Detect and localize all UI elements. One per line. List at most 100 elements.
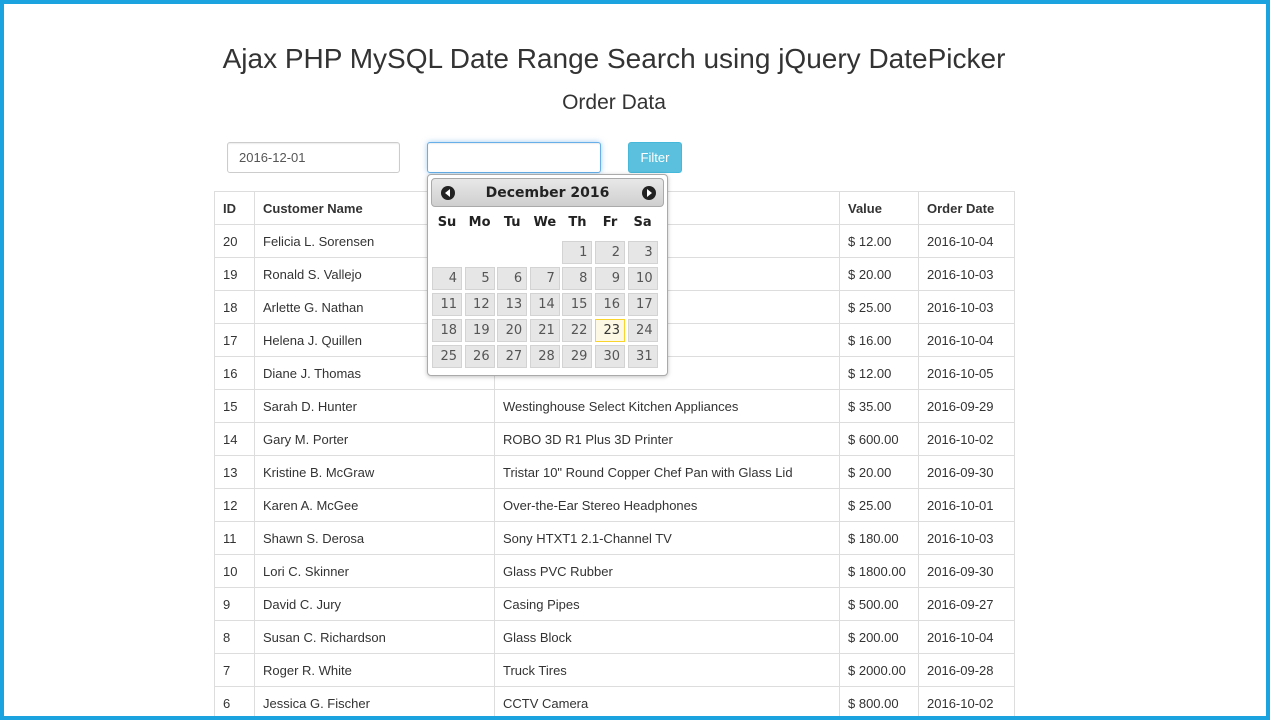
cell-order-date: 2016-09-30 xyxy=(919,456,1015,489)
cell-order-date: 2016-10-05 xyxy=(919,357,1015,390)
cell-id: 7 xyxy=(215,654,255,687)
calendar-day[interactable]: 18 xyxy=(432,319,462,342)
cell-customer-name: Karen A. McGee xyxy=(255,489,495,522)
datepicker-header: December 2016 xyxy=(431,178,664,207)
page-subtitle: Order Data xyxy=(0,89,1228,117)
table-row: 6Jessica G. FischerCCTV Camera$ 800.0020… xyxy=(215,687,1015,720)
calendar-day[interactable]: 19 xyxy=(465,319,495,342)
cell-product: Glass PVC Rubber xyxy=(495,555,840,588)
calendar-day[interactable]: 3 xyxy=(628,241,658,264)
calendar-day[interactable]: 25 xyxy=(432,345,462,368)
cell-value: $ 12.00 xyxy=(840,357,919,390)
calendar-day[interactable]: 8 xyxy=(562,267,592,290)
cell-customer-name: Lori C. Skinner xyxy=(255,555,495,588)
calendar-day[interactable]: 20 xyxy=(497,319,527,342)
table-row: 15Sarah D. HunterWestinghouse Select Kit… xyxy=(215,390,1015,423)
from-date-input[interactable] xyxy=(227,142,400,173)
header-order-date: Order Date xyxy=(919,192,1015,225)
calendar-day[interactable]: 30 xyxy=(595,345,625,368)
cell-product: Casing Pipes xyxy=(495,588,840,621)
cell-order-date: 2016-10-02 xyxy=(919,687,1015,720)
calendar-day[interactable]: 4 xyxy=(432,267,462,290)
weekday-label: Fr xyxy=(594,215,626,230)
cell-customer-name: Kristine B. McGraw xyxy=(255,456,495,489)
weekday-label: Th xyxy=(561,215,593,230)
cell-id: 13 xyxy=(215,456,255,489)
weekday-label: Mo xyxy=(464,215,496,230)
calendar-day[interactable]: 12 xyxy=(465,293,495,316)
calendar-day[interactable]: 15 xyxy=(562,293,592,316)
table-row: 14Gary M. PorterROBO 3D R1 Plus 3D Print… xyxy=(215,423,1015,456)
cell-product: Tristar 10" Round Copper Chef Pan with G… xyxy=(495,456,840,489)
cell-customer-name: Jessica G. Fischer xyxy=(255,687,495,720)
cell-value: $ 12.00 xyxy=(840,225,919,258)
table-row: 7Roger R. WhiteTruck Tires$ 2000.002016-… xyxy=(215,654,1015,687)
weekday-label: Su xyxy=(431,215,463,230)
cell-value: $ 1800.00 xyxy=(840,555,919,588)
cell-value: $ 20.00 xyxy=(840,258,919,291)
cell-order-date: 2016-09-27 xyxy=(919,588,1015,621)
cell-value: $ 600.00 xyxy=(840,423,919,456)
cell-order-date: 2016-10-04 xyxy=(919,324,1015,357)
calendar-day[interactable]: 26 xyxy=(465,345,495,368)
cell-value: $ 800.00 xyxy=(840,687,919,720)
calendar-day-today[interactable]: 23 xyxy=(595,319,625,342)
calendar-day[interactable]: 5 xyxy=(465,267,495,290)
cell-id: 10 xyxy=(215,555,255,588)
cell-id: 8 xyxy=(215,621,255,654)
weekday-label: Sa xyxy=(627,215,659,230)
to-date-input[interactable] xyxy=(427,142,601,173)
cell-id: 14 xyxy=(215,423,255,456)
calendar-day[interactable]: 29 xyxy=(562,345,592,368)
cell-customer-name: Gary M. Porter xyxy=(255,423,495,456)
prev-month-icon[interactable] xyxy=(441,186,455,200)
cell-customer-name: Shawn S. Derosa xyxy=(255,522,495,555)
calendar-day[interactable]: 7 xyxy=(530,267,560,290)
calendar-day[interactable]: 10 xyxy=(628,267,658,290)
page-title: Ajax PHP MySQL Date Range Search using j… xyxy=(0,40,1228,78)
calendar-day[interactable]: 14 xyxy=(530,293,560,316)
cell-customer-name: Sarah D. Hunter xyxy=(255,390,495,423)
cell-id: 11 xyxy=(215,522,255,555)
cell-product: Sony HTXT1 2.1-Channel TV xyxy=(495,522,840,555)
cell-customer-name: David C. Jury xyxy=(255,588,495,621)
filter-button[interactable]: Filter xyxy=(628,142,682,173)
cell-order-date: 2016-09-28 xyxy=(919,654,1015,687)
cell-product: Glass Block xyxy=(495,621,840,654)
cell-order-date: 2016-10-04 xyxy=(919,621,1015,654)
calendar-day[interactable]: 11 xyxy=(432,293,462,316)
calendar-day[interactable]: 13 xyxy=(497,293,527,316)
next-month-icon[interactable] xyxy=(642,186,656,200)
cell-order-date: 2016-10-03 xyxy=(919,258,1015,291)
cell-value: $ 16.00 xyxy=(840,324,919,357)
cell-value: $ 25.00 xyxy=(840,291,919,324)
calendar-day[interactable]: 24 xyxy=(628,319,658,342)
cell-value: $ 500.00 xyxy=(840,588,919,621)
calendar-day[interactable]: 27 xyxy=(497,345,527,368)
cell-customer-name: Roger R. White xyxy=(255,654,495,687)
table-row: 13Kristine B. McGrawTristar 10" Round Co… xyxy=(215,456,1015,489)
calendar-day[interactable]: 17 xyxy=(628,293,658,316)
calendar-day[interactable]: 22 xyxy=(562,319,592,342)
cell-product: Truck Tires xyxy=(495,654,840,687)
calendar-day[interactable]: 31 xyxy=(628,345,658,368)
cell-order-date: 2016-10-04 xyxy=(919,225,1015,258)
table-row: 8Susan C. RichardsonGlass Block$ 200.002… xyxy=(215,621,1015,654)
cell-order-date: 2016-10-03 xyxy=(919,291,1015,324)
calendar-day[interactable]: 1 xyxy=(562,241,592,264)
cell-order-date: 2016-10-03 xyxy=(919,522,1015,555)
datepicker-month-title: December 2016 xyxy=(432,179,663,207)
calendar-day[interactable]: 28 xyxy=(530,345,560,368)
cell-product: CCTV Camera xyxy=(495,687,840,720)
cell-id: 18 xyxy=(215,291,255,324)
datepicker-popup: December 2016 SuMoTuWeThFrSa123456789101… xyxy=(427,174,668,376)
calendar-day[interactable]: 6 xyxy=(497,267,527,290)
calendar-day[interactable]: 2 xyxy=(595,241,625,264)
calendar-day[interactable]: 9 xyxy=(595,267,625,290)
cell-value: $ 20.00 xyxy=(840,456,919,489)
cell-value: $ 200.00 xyxy=(840,621,919,654)
cell-product: Over-the-Ear Stereo Headphones xyxy=(495,489,840,522)
calendar-day[interactable]: 21 xyxy=(530,319,560,342)
table-row: 9David C. JuryCasing Pipes$ 500.002016-0… xyxy=(215,588,1015,621)
calendar-day[interactable]: 16 xyxy=(595,293,625,316)
